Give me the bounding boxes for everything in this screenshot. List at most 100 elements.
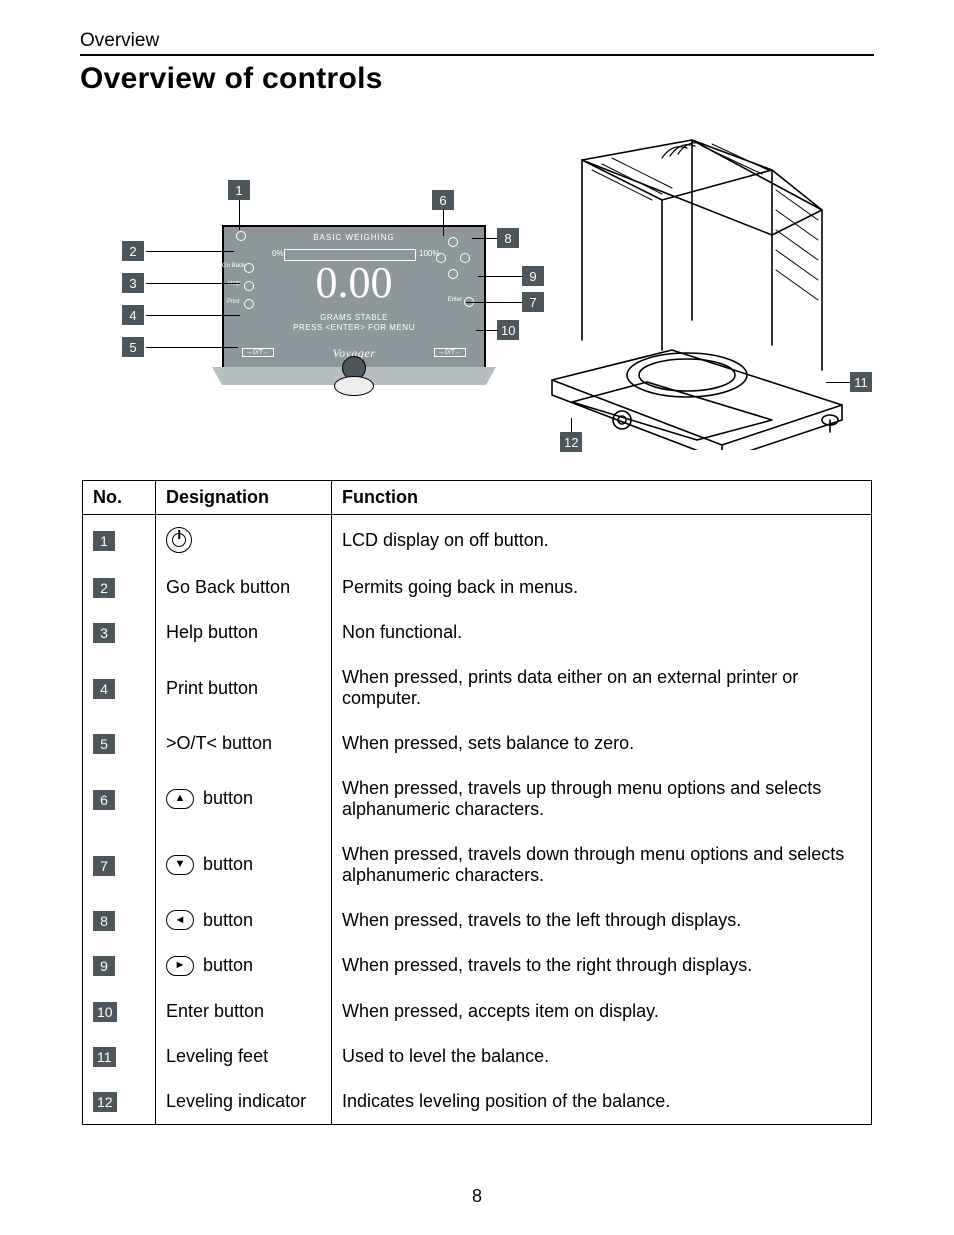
row-designation-text: button — [198, 910, 253, 930]
table-row: 10 Enter button When pressed, accepts item… — [83, 989, 872, 1034]
lcd-sub-line1: GRAMS STABLE — [320, 313, 388, 322]
row-number-cell: 4 — [83, 655, 156, 721]
help-label: Help — [228, 281, 240, 287]
row-number-badge: 12 — [93, 1092, 117, 1112]
table-row: 6 ▲ button When pressed, travels up throug… — [83, 766, 872, 832]
row-number-badge: 4 — [93, 679, 115, 699]
lcd-subtext: GRAMS STABLE PRESS <ENTER> FOR MENU — [224, 313, 484, 332]
row-number-badge: 10 — [93, 1002, 117, 1022]
row-function-cell: Used to level the balance. — [332, 1034, 872, 1079]
table-row: 12 Leveling indicator Indicates leveling p… — [83, 1079, 872, 1125]
left-arrow-icon: ◄ — [166, 910, 194, 930]
print-label: Print — [227, 299, 239, 305]
table-row: 4Print buttonWhen pressed, prints data e… — [83, 655, 872, 721]
lcd-reading: 0.00 — [224, 257, 484, 308]
row-designation-cell: ◄ button — [156, 898, 332, 943]
row-number-cell: 7 — [83, 832, 156, 898]
row-function-cell: Permits going back in menus. — [332, 565, 872, 610]
row-number-badge: 11 — [93, 1047, 116, 1067]
row-number-badge: 8 — [93, 911, 115, 931]
up-led[interactable] — [448, 237, 458, 247]
row-designation-text: Leveling indicator — [166, 1091, 306, 1111]
row-function-cell: When pressed, accepts item on display. — [332, 989, 872, 1034]
help-led[interactable] — [244, 281, 254, 291]
row-designation-text: Enter button — [166, 1001, 264, 1021]
print-led[interactable] — [244, 299, 254, 309]
callout-8: 8 — [497, 228, 519, 248]
down-led[interactable] — [448, 269, 458, 279]
row-function-cell: Non functional. — [332, 610, 872, 655]
row-designation-cell: Leveling feet — [156, 1034, 332, 1079]
row-number-cell: 2 — [83, 565, 156, 610]
right-arrow-icon: ► — [166, 956, 194, 976]
row-number-cell: 9 — [83, 943, 156, 988]
row-designation-cell: Go Back button — [156, 565, 332, 610]
row-designation-text: button — [198, 955, 253, 975]
callout-2: 2 — [122, 241, 144, 261]
row-function-cell: LCD display on off button. — [332, 515, 872, 566]
go-back-led[interactable] — [244, 263, 254, 273]
callout-1: 1 — [228, 180, 250, 200]
row-number-cell: 8 — [83, 898, 156, 943]
table-row: 5>O/T< buttonWhen pressed, sets balance … — [83, 721, 872, 766]
up-arrow-icon: ▲ — [166, 789, 194, 809]
row-number-cell: 11 — [83, 1034, 156, 1079]
down-arrow-icon: ▼ — [166, 855, 194, 875]
row-number-badge: 1 — [93, 531, 115, 551]
callout-7: 7 — [522, 292, 544, 312]
table-row: 3 Help button Non functional. — [83, 610, 872, 655]
go-back-label: Go Back — [222, 263, 245, 269]
row-number-cell: 5 — [83, 721, 156, 766]
row-designation-cell: ► button — [156, 943, 332, 988]
lcd-sub-line2: PRESS <ENTER> FOR MENU — [293, 323, 415, 332]
callout-4: 4 — [122, 305, 144, 325]
row-number-cell: 6 — [83, 766, 156, 832]
row-function-cell: When pressed, travels up through menu op… — [332, 766, 872, 832]
table-row: 1 LCD display on off button. — [83, 515, 872, 566]
row-designation-cell: ▼ button — [156, 832, 332, 898]
th-function: Function — [332, 481, 872, 515]
row-function-cell: When pressed, travels to the left throug… — [332, 898, 872, 943]
th-designation: Designation — [156, 481, 332, 515]
right-led[interactable] — [460, 253, 470, 263]
callout-12: 12 — [560, 432, 582, 452]
row-number-badge: 3 — [93, 623, 115, 643]
row-designation-cell: Enter button — [156, 989, 332, 1034]
callout-9: 9 — [522, 266, 544, 286]
base-knob — [334, 376, 374, 396]
row-designation-cell — [156, 515, 332, 566]
row-number-cell: 12 — [83, 1079, 156, 1125]
row-number-badge: 9 — [93, 956, 115, 976]
row-number-cell: 1 — [83, 515, 156, 566]
lcd-panel: BASIC WEIGHING 0% 100% 0.00 GRAMS STABLE… — [222, 225, 486, 369]
callout-6: 6 — [432, 190, 454, 210]
row-designation-text: button — [198, 854, 253, 874]
row-number-badge: 5 — [93, 734, 115, 754]
controls-figure: BASIC WEIGHING 0% 100% 0.00 GRAMS STABLE… — [82, 110, 872, 460]
row-number-badge: 6 — [93, 790, 115, 810]
callout-10: 10 — [497, 320, 519, 340]
tare-left-button[interactable]: →0/T← — [242, 348, 274, 357]
controls-table: No. Designation Function 1 LCD display on… — [82, 480, 872, 1125]
row-designation-text: Print button — [166, 678, 258, 698]
row-designation-text: Go Back button — [166, 577, 290, 597]
row-number-badge: 2 — [93, 578, 115, 598]
th-no: No. — [83, 481, 156, 515]
row-designation-text: button — [198, 788, 253, 808]
balance-illustration — [512, 120, 872, 450]
table-row: 8◄ buttonWhen pressed, travels to the le… — [83, 898, 872, 943]
tare-right-button[interactable]: →0/T← — [434, 348, 466, 357]
row-number-cell: 3 — [83, 610, 156, 655]
table-row: 7▼ buttonWhen pressed, travels down thro… — [83, 832, 872, 898]
enter-label: Enter — [448, 297, 462, 303]
left-led[interactable] — [436, 253, 446, 263]
row-number-badge: 7 — [93, 856, 115, 876]
callout-11: 11 — [850, 372, 872, 392]
power-led[interactable] — [236, 231, 246, 241]
callout-3: 3 — [122, 273, 144, 293]
row-designation-text: >O/T< button — [166, 733, 272, 753]
table-row: 11 Leveling feetUsed to level the balance… — [83, 1034, 872, 1079]
row-designation-text: Help button — [166, 622, 258, 642]
row-function-cell: Indicates leveling position of the balan… — [332, 1079, 872, 1125]
row-function-cell: When pressed, travels down through menu … — [332, 832, 872, 898]
